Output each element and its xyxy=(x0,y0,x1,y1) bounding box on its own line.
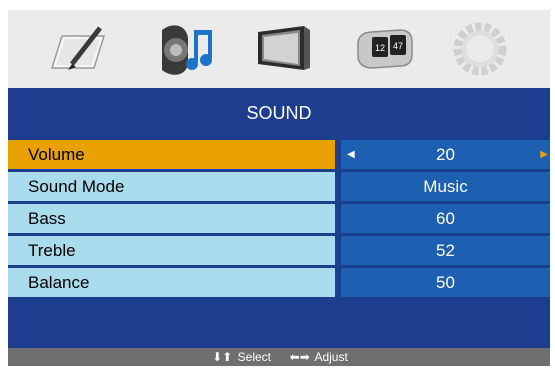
row-value: 50 xyxy=(436,273,455,292)
row-value: 52 xyxy=(436,241,455,260)
row-label: Bass xyxy=(28,209,66,228)
adjust-hint: Adjust xyxy=(314,350,348,364)
row-label: Volume xyxy=(28,145,85,164)
row-value: Music xyxy=(423,177,468,196)
arrow-left-icon[interactable]: ◀ xyxy=(347,140,355,169)
row-value-sound-mode[interactable]: Music xyxy=(341,172,550,201)
tab-screen[interactable] xyxy=(252,20,316,78)
row-value: 20 xyxy=(436,145,455,164)
left-right-arrow-icon: ⬅➡ xyxy=(289,350,310,364)
key-hint-bar: ⬇⬆ Select ⬅➡ Adjust xyxy=(8,348,550,366)
row-label: Treble xyxy=(28,241,76,260)
row-value-volume[interactable]: ◀ 20 ▶ xyxy=(341,140,550,169)
row-value-balance[interactable]: 50 xyxy=(341,268,550,297)
row-value: 60 xyxy=(436,209,455,228)
menu-tab-bar: 12 47 xyxy=(8,10,550,88)
timer-hour-text: 12 xyxy=(375,43,385,53)
tab-setup[interactable] xyxy=(448,20,512,78)
timer-minute-text: 47 xyxy=(393,41,403,51)
tab-time[interactable]: 12 47 xyxy=(352,20,416,78)
monitor-icon xyxy=(258,26,310,70)
menu-row-bass[interactable]: Bass 60 xyxy=(8,204,550,233)
clock-timer-icon: 12 47 xyxy=(357,29,413,69)
up-down-arrow-icon: ⬇⬆ xyxy=(212,350,233,364)
row-value-treble[interactable]: 52 xyxy=(341,236,550,265)
osd-window: 12 47 SOUND Volume ◀ 20 ▶ Sound Mode Mus xyxy=(8,10,550,366)
tab-sound[interactable] xyxy=(156,20,220,78)
menu-row-balance[interactable]: Balance 50 xyxy=(8,268,550,297)
row-label: Balance xyxy=(28,273,90,292)
sound-menu: SOUND Volume ◀ 20 ▶ Sound Mode Music Bas… xyxy=(8,88,550,348)
arrow-right-icon[interactable]: ▶ xyxy=(540,140,548,169)
picture-pencil-icon xyxy=(50,26,106,70)
menu-title: SOUND xyxy=(246,103,312,123)
menu-row-treble[interactable]: Treble 52 xyxy=(8,236,550,265)
menu-row-volume[interactable]: Volume ◀ 20 ▶ xyxy=(8,140,550,169)
gear-icon xyxy=(453,22,507,76)
sound-speaker-icon xyxy=(162,25,212,75)
select-hint: Select xyxy=(237,350,271,364)
row-label: Sound Mode xyxy=(28,177,125,196)
row-value-bass[interactable]: 60 xyxy=(341,204,550,233)
menu-row-sound-mode[interactable]: Sound Mode Music xyxy=(8,172,550,201)
tab-picture[interactable] xyxy=(46,20,110,78)
